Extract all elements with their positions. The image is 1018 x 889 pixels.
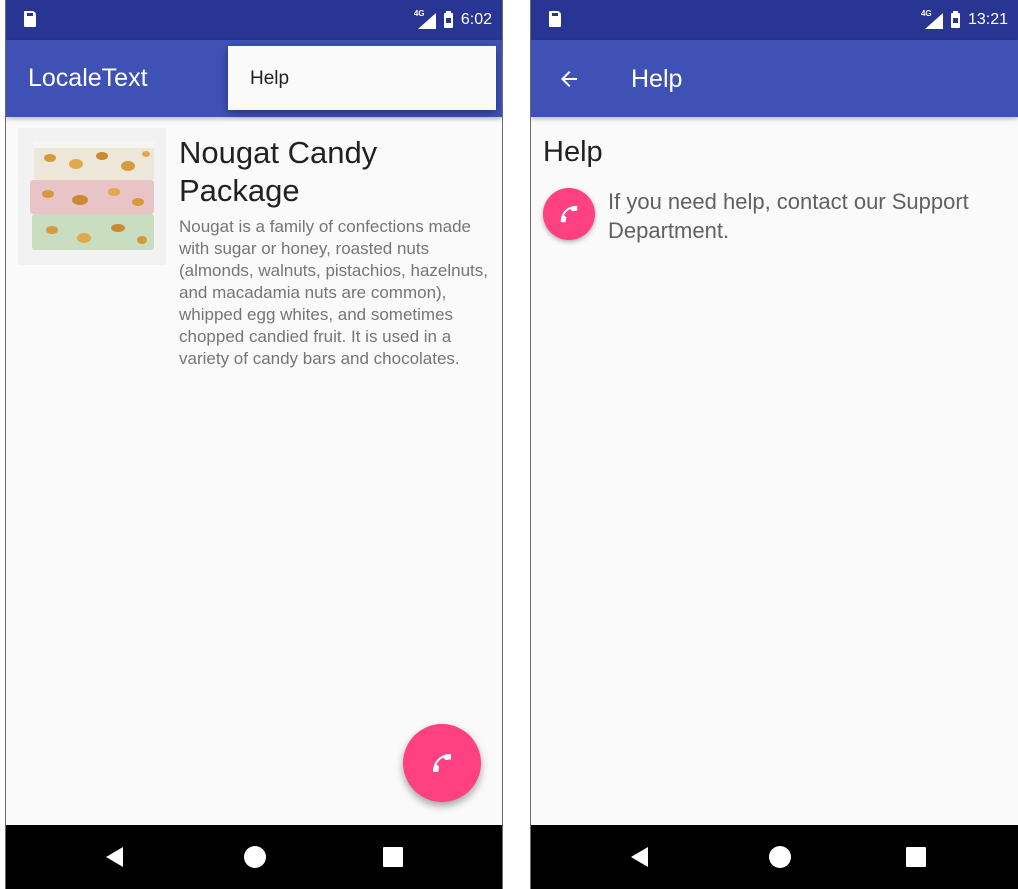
sd-card-icon: [549, 11, 561, 27]
main-activity-screen: 4G 6:02 LocaleText Help Nougat Candy Pac…: [5, 0, 503, 889]
back-icon[interactable]: [631, 847, 648, 867]
recents-icon[interactable]: [906, 847, 926, 867]
call-fab-button[interactable]: [543, 188, 595, 240]
app-bar: Help: [531, 40, 1018, 117]
status-bar: 4G 6:02: [6, 0, 502, 40]
battery-icon: [950, 10, 960, 28]
recents-icon[interactable]: [383, 847, 403, 867]
app-title: Help: [631, 65, 683, 93]
phone-icon: [433, 754, 451, 772]
call-fab-button[interactable]: [403, 724, 481, 802]
product-description: Nougat is a family of confections made w…: [179, 217, 488, 368]
back-icon[interactable]: [106, 847, 123, 867]
signal-icon: 4G: [414, 9, 436, 29]
help-heading: Help: [543, 136, 603, 168]
status-time: 13:21: [967, 11, 1008, 28]
nougat-candy-image: [18, 128, 166, 265]
battery-icon: [443, 10, 453, 28]
menu-item-help[interactable]: Help: [250, 68, 289, 90]
home-icon[interactable]: [769, 846, 791, 868]
status-bar: 4G 13:21: [531, 0, 1018, 40]
arrow-back-icon[interactable]: [557, 67, 581, 91]
sd-card-icon: [24, 11, 36, 27]
help-activity-screen: 4G 13:21 Help Help If you need help, con…: [530, 0, 1018, 889]
help-text: If you need help, contact our Support De…: [608, 189, 969, 243]
phone-icon: [560, 205, 578, 223]
signal-icon: 4G: [921, 9, 943, 29]
navigation-bar: [6, 825, 502, 889]
app-title: LocaleText: [28, 64, 148, 92]
status-time: 6:02: [460, 11, 492, 28]
overflow-menu-popup: Help: [228, 46, 496, 110]
navigation-bar: [531, 825, 1018, 889]
home-icon[interactable]: [244, 846, 266, 868]
product-title: Nougat Candy Package: [179, 135, 378, 208]
